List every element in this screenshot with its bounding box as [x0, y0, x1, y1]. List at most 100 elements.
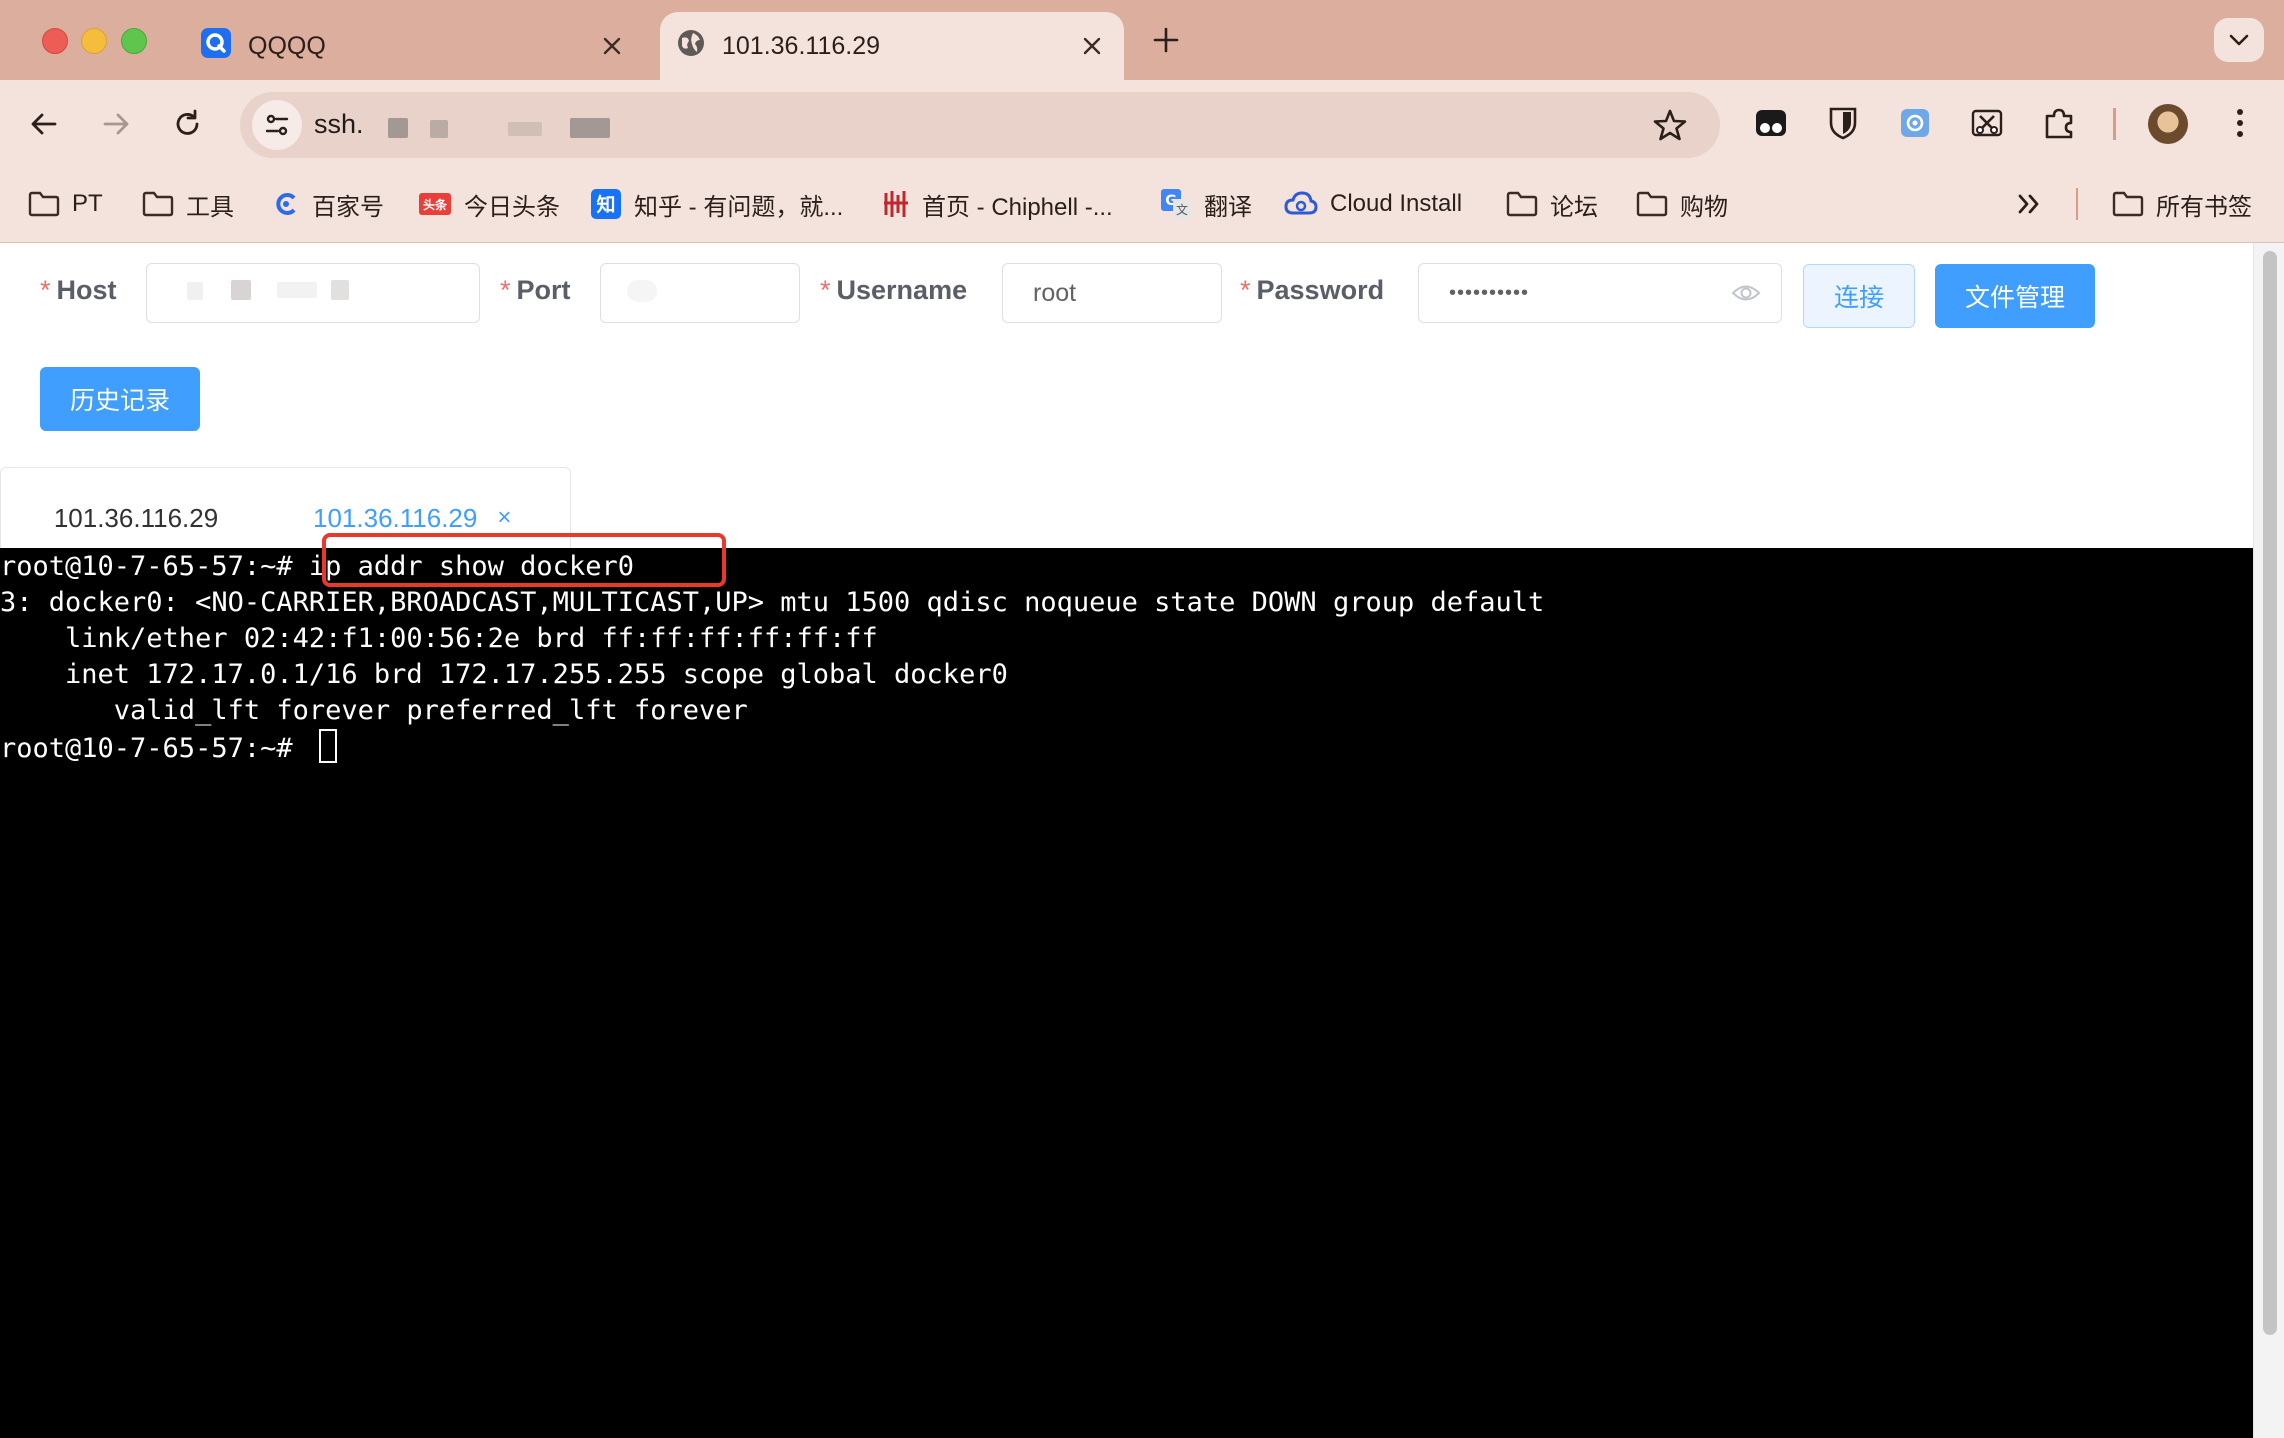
browser-tab-active[interactable]: 101.36.116.29 — [660, 12, 1124, 80]
cloud-icon — [1284, 191, 1318, 217]
browser-toolbar: ssh. — [0, 80, 2284, 168]
password-input[interactable]: •••••••••• — [1418, 263, 1782, 323]
bookmark-label: 购物 — [1680, 193, 1728, 221]
redacted-value-block — [277, 282, 317, 298]
zhihu-icon: 知 — [590, 188, 622, 220]
redacted-value-block — [187, 282, 203, 300]
globe-icon — [676, 28, 706, 65]
bookmark-label: 首页 - Chiphell -... — [922, 193, 1113, 221]
connect-button[interactable]: 连接 — [1803, 264, 1915, 328]
reload-icon — [176, 109, 199, 135]
highlight-annotation-box — [322, 533, 726, 587]
redacted-value-block — [627, 280, 657, 302]
extension-screenshot-icon[interactable] — [1894, 102, 1936, 144]
close-icon[interactable] — [1078, 32, 1106, 60]
redacted-url-block — [508, 122, 542, 136]
close-icon[interactable] — [598, 32, 626, 60]
bookmark-label: 所有书签 — [2156, 193, 2252, 221]
bookmark-chiphell[interactable]: 首页 - Chiphell -... — [882, 184, 1113, 224]
bookmark-label: PT — [72, 190, 103, 217]
extension-tampermonkey-icon[interactable] — [1750, 102, 1792, 144]
session-tab-label: 101.36.116.29 — [53, 502, 219, 533]
bookmark-baijiahao[interactable]: 百家号 — [272, 184, 384, 224]
kebab-menu-icon — [2237, 109, 2243, 137]
session-tab-label: 101.36.116.29 — [313, 502, 478, 533]
bookmark-label: 知乎 - 有问题，就... — [634, 193, 844, 221]
page-content: * Host * Port * Username root * Password •••… — [0, 243, 2284, 1438]
chevron-down-icon — [2229, 34, 2249, 46]
back-button[interactable] — [22, 102, 66, 146]
port-input[interactable] — [600, 263, 800, 323]
profile-avatar[interactable] — [2148, 104, 2188, 144]
close-icon[interactable]: × — [497, 504, 511, 532]
password-value: •••••••••• — [1449, 281, 1530, 304]
bookmark-label: 今日头条 — [464, 193, 560, 221]
page-scrollbar[interactable] — [2253, 243, 2284, 1438]
history-button[interactable]: 历史记录 — [40, 367, 200, 431]
redacted-url-block — [430, 120, 448, 138]
folder-icon — [1636, 191, 1668, 217]
terminal[interactable]: root@10-7-65-57:~# ip addr show docker0 … — [0, 548, 2254, 1438]
forward-arrow-icon — [103, 113, 129, 135]
maximize-window-button[interactable] — [121, 28, 147, 54]
site-info-button[interactable] — [252, 100, 302, 150]
tab-title: QQQQ — [248, 31, 326, 60]
extension-bitwarden-icon[interactable] — [1822, 102, 1864, 144]
username-label: * Username — [820, 275, 968, 305]
extensions-puzzle-icon[interactable] — [2038, 102, 2080, 144]
close-window-button[interactable] — [42, 28, 68, 54]
terminal-line: link/ether 02:42:f1:00:56:2e brd ff:ff:f… — [0, 623, 878, 654]
bookmark-label: Cloud Install — [1330, 190, 1463, 217]
minimize-window-button[interactable] — [81, 28, 107, 54]
bookmark-translate[interactable]: G文 翻译 — [1160, 184, 1252, 224]
terminal-line: 3: docker0: <NO-CARRIER,BROADCAST,MULTIC… — [0, 587, 1545, 618]
reload-button[interactable] — [166, 102, 210, 146]
baijiahao-icon — [272, 190, 300, 218]
new-tab-button[interactable] — [1148, 22, 1184, 58]
svg-text:文: 文 — [1176, 202, 1188, 217]
forward-button[interactable] — [94, 102, 138, 146]
address-bar[interactable]: ssh. — [240, 92, 1720, 158]
scrollbar-thumb[interactable] — [2263, 251, 2277, 1335]
file-manager-button[interactable]: 文件管理 — [1935, 264, 2095, 328]
folder-icon — [1506, 191, 1538, 217]
tab-search-button[interactable] — [2214, 18, 2264, 62]
tune-icon — [265, 114, 289, 136]
terminal-prompt: root@10-7-65-57:~# — [0, 733, 309, 764]
bookmark-folder-tools[interactable]: 工具 — [142, 184, 234, 224]
redacted-value-block — [231, 280, 251, 300]
bookmark-label: 论坛 — [1550, 193, 1598, 221]
folder-icon — [142, 191, 174, 217]
all-bookmarks-folder[interactable]: 所有书签 — [2112, 184, 2252, 224]
folder-icon — [2112, 191, 2144, 217]
double-chevron-right-icon — [2018, 194, 2039, 214]
bookmark-label: 翻译 — [1204, 193, 1252, 221]
bookmarks-divider — [2076, 188, 2078, 220]
tab-title: 101.36.116.29 — [722, 31, 881, 60]
extension-scissors-icon[interactable] — [1966, 102, 2008, 144]
bookmark-zhihu[interactable]: 知 知乎 - 有问题，就... — [590, 184, 843, 224]
browser-tab-qqqq[interactable]: QQQQ — [184, 12, 644, 80]
username-input[interactable]: root — [1002, 263, 1222, 323]
bookmark-folder-forum[interactable]: 论坛 — [1506, 184, 1598, 224]
bookmark-cloud-install[interactable]: Cloud Install — [1284, 184, 1462, 224]
terminal-line: inet 172.17.0.1/16 brd 172.17.255.255 sc… — [0, 659, 1008, 690]
folder-icon — [28, 191, 60, 217]
redacted-value-block — [331, 280, 349, 300]
eye-icon[interactable] — [1731, 280, 1761, 306]
toutiao-icon: 头条 — [418, 191, 452, 217]
bookmark-folder-pt[interactable]: PT — [28, 184, 103, 224]
host-input[interactable] — [146, 263, 480, 323]
username-value: root — [1033, 278, 1077, 307]
more-bookmarks-button[interactable] — [2016, 184, 2042, 224]
terminal-line: valid_lft forever preferred_lft forever — [0, 695, 748, 726]
bookmark-folder-shopping[interactable]: 购物 — [1636, 184, 1728, 224]
bookmark-toutiao[interactable]: 头条 今日头条 — [418, 184, 560, 224]
host-label: * Host — [40, 275, 117, 305]
svg-text:知: 知 — [596, 193, 615, 216]
svg-text:头条: 头条 — [423, 197, 448, 212]
translate-icon: G文 — [1160, 188, 1192, 220]
bookmark-star-icon[interactable] — [1652, 107, 1688, 143]
more-menu-button[interactable] — [2219, 102, 2261, 144]
redacted-url-block — [570, 118, 610, 138]
